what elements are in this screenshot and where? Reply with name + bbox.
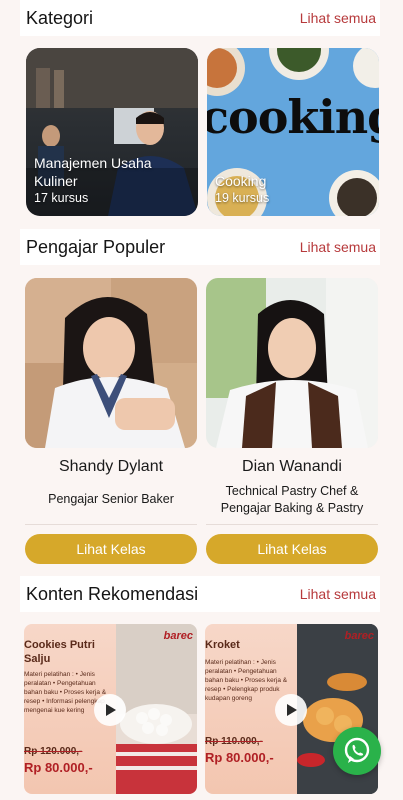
teacher-role: Pengajar Senior Baker	[48, 492, 174, 506]
category-title-line2: Kuliner	[34, 173, 78, 189]
see-all-link[interactable]: Lihat semua	[300, 10, 376, 26]
brand-logo: barec	[344, 630, 374, 642]
divider	[25, 524, 197, 525]
brand-logo: barec	[163, 630, 193, 642]
teacher-photo	[25, 278, 197, 448]
category-title: Manajemen Usaha	[34, 155, 152, 171]
teacher-name: Shandy Dylant	[58, 458, 164, 475]
teacher-name: Dian Wanandi	[242, 458, 342, 475]
new-price: Rp 80.000,-	[205, 750, 274, 765]
play-icon[interactable]	[275, 694, 307, 726]
lihat-kelas-button[interactable]: Lihat Kelas	[206, 534, 378, 564]
teacher-card: Dian Wanandi Technical Pastry Chef & Pen…	[206, 278, 378, 568]
see-all-link[interactable]: Lihat semua	[300, 586, 376, 602]
rec-photo: barec	[116, 624, 197, 794]
section-header-kategori: Kategori Lihat semua	[20, 0, 380, 36]
category-card-manajemen[interactable]: Manajemen Usaha Kuliner 17 kursus	[26, 48, 198, 216]
section-title: Kategori	[26, 7, 94, 28]
old-price: Rp 120.000,-	[24, 746, 83, 757]
see-all-link[interactable]: Lihat semua	[300, 239, 376, 255]
section-title: Pengajar Populer	[26, 236, 166, 257]
category-caption: Cooking 19 kursus	[215, 172, 269, 206]
rec-title: Kroket	[205, 639, 240, 651]
teacher-role: Technical Pastry Chef &	[225, 484, 359, 498]
category-title: Cooking	[215, 173, 267, 189]
whatsapp-icon[interactable]	[333, 727, 381, 775]
divider	[206, 524, 378, 525]
cooking-banner-text: cooking	[207, 90, 379, 144]
old-price: Rp 110.000,-	[205, 736, 263, 747]
category-count: 19 kursus	[215, 191, 270, 205]
teacher-card: Shandy Dylant Pengajar Senior Baker Liha…	[25, 278, 197, 568]
teacher-photo	[206, 278, 378, 448]
play-icon[interactable]	[94, 694, 126, 726]
section-header-pengajar: Pengajar Populer Lihat semua	[20, 229, 380, 265]
section-title: Konten Rekomendasi	[26, 583, 199, 604]
lihat-kelas-button[interactable]: Lihat Kelas	[25, 534, 197, 564]
category-caption: Manajemen Usaha Kuliner 17 kursus	[34, 154, 152, 206]
recommendation-card[interactable]: Cookies Putri Salju Materi pelatihan : •…	[24, 624, 197, 794]
category-count: 17 kursus	[34, 191, 89, 205]
new-price: Rp 80.000,-	[24, 760, 93, 775]
section-header-rekomendasi: Konten Rekomendasi Lihat semua	[20, 576, 380, 612]
rec-title: Cookies Putri Salju	[24, 639, 95, 665]
teacher-role-line2: Pengajar Baking & Pastry	[220, 501, 364, 515]
category-card-cooking[interactable]: cooking Cooking 19 kursus	[207, 48, 379, 216]
